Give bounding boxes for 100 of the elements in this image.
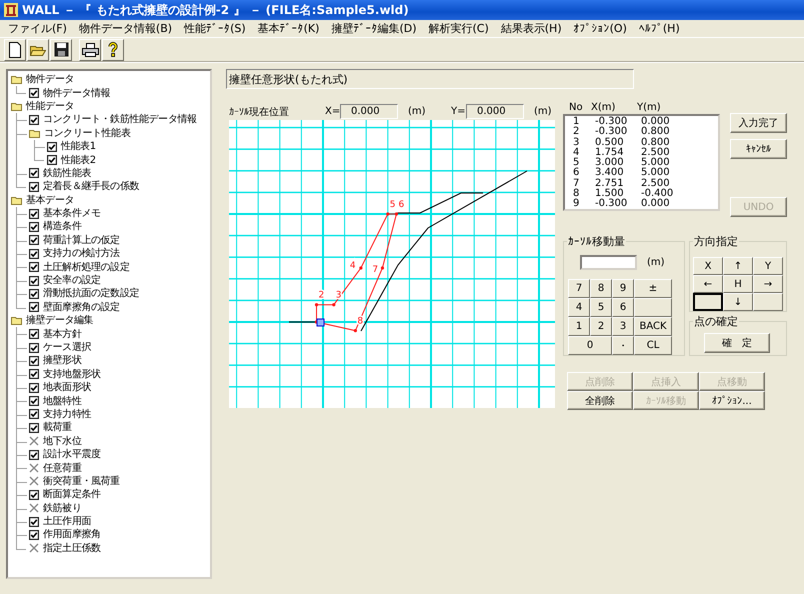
tree-item-label[interactable]: 土圧作用面 <box>43 515 92 528</box>
tree-item-label[interactable]: 基本方針 <box>43 328 82 341</box>
checkbox-checked-icon[interactable] <box>29 356 39 366</box>
tree-item-label[interactable]: 擁壁データ編集 <box>26 314 94 328</box>
menu-item[interactable]: 性能ﾃﾞｰﾀ(S) <box>178 21 252 36</box>
checkbox-checked-icon[interactable] <box>29 88 39 98</box>
confirm-button[interactable]: 確 定 <box>704 333 770 353</box>
tree-item-label[interactable]: 支持力の検討方法 <box>43 247 120 260</box>
keypad-key[interactable]: ・ <box>612 336 634 355</box>
checkbox-checked-icon[interactable] <box>29 422 39 433</box>
tree-item-label[interactable]: 設計水平震度 <box>43 448 101 462</box>
point-marker[interactable] <box>386 212 390 216</box>
keypad-key[interactable]: BACK <box>634 317 672 336</box>
tree-item-label[interactable]: 鉄筋被り <box>43 502 82 515</box>
tree-item-label[interactable]: ケース選択 <box>43 341 92 354</box>
direction-key[interactable]: ← <box>693 275 723 293</box>
point-marker[interactable] <box>332 303 336 306</box>
tree-item-label[interactable]: 鉄筋性能表 <box>43 166 92 180</box>
checkbox-checked-icon[interactable] <box>29 369 39 380</box>
keypad-key[interactable]: 3 <box>612 317 634 336</box>
direction-key[interactable]: ↓ <box>723 293 753 311</box>
keypad-key[interactable]: 8 <box>590 279 612 298</box>
tree-item-label[interactable]: コンクリート・鉄筋性能データ情報 <box>43 113 197 126</box>
tree-item-label[interactable]: 壁面摩擦角の設定 <box>43 300 120 314</box>
keypad-key[interactable]: 1 <box>568 317 590 336</box>
tree-item-label[interactable]: 物件データ情報 <box>43 86 110 100</box>
checkbox-checked-icon[interactable] <box>29 396 39 406</box>
move-amount-field[interactable] <box>580 255 637 270</box>
checkbox-checked-icon[interactable] <box>29 288 39 299</box>
point-marker[interactable] <box>380 266 384 270</box>
new-button[interactable] <box>4 38 26 60</box>
side-button[interactable]: ｷｬﾝｾﾙ <box>730 139 787 159</box>
tree-item-label[interactable]: 性能表2 <box>61 154 96 167</box>
checkbox-checked-icon[interactable] <box>29 530 39 540</box>
open-button[interactable] <box>27 38 49 60</box>
checkbox-checked-icon[interactable] <box>29 168 39 178</box>
menu-item[interactable]: 解析実行(C) <box>422 21 495 36</box>
menu-item[interactable]: 結果表示(H) <box>494 21 568 36</box>
tree-item-label[interactable]: 地下水位 <box>43 434 82 448</box>
keypad-key[interactable]: CL <box>634 336 672 355</box>
tree-item-label[interactable]: 支持地盤形状 <box>43 368 101 381</box>
menu-item[interactable]: ﾍﾙﾌﾟ(H) <box>632 22 686 35</box>
tree-item-label[interactable]: 性能データ <box>26 100 74 113</box>
tree-item-label[interactable]: 作用面摩擦角 <box>43 528 101 542</box>
tree-item-label[interactable]: 地盤特性 <box>43 394 82 408</box>
checkbox-checked-icon[interactable] <box>29 516 39 527</box>
tree-item-label[interactable]: 性能表1 <box>61 140 96 154</box>
tree-item-label[interactable]: 構造条件 <box>43 220 82 234</box>
points-list[interactable]: 1 -0.300 0.000 2 -0.300 0.800 3 0.500 0.800 4 1.754 2.500 5 3.000 5.000 6 3.400 5.000 7 2.751 2.500 8 1.500 -0.400 9 -0.300 0.000 <box>563 114 720 211</box>
tree-item-label[interactable]: 安全率の設定 <box>43 274 101 288</box>
tree-item-label[interactable]: 載荷重 <box>43 421 72 434</box>
keypad-key[interactable]: 0 <box>568 336 612 355</box>
menu-item[interactable]: ｵﾌﾟｼｮﾝ(O) <box>568 22 633 35</box>
tree-item-label[interactable]: 基本条件メモ <box>43 207 101 220</box>
blank-key[interactable] <box>693 293 723 311</box>
tree-item-label[interactable]: 物件データ <box>26 73 74 86</box>
direction-key[interactable]: → <box>753 275 783 293</box>
direction-key[interactable]: ↑ <box>723 257 753 275</box>
tree-item-label[interactable]: 断面算定条件 <box>43 488 101 502</box>
menu-item[interactable]: ファイル(F) <box>2 21 73 36</box>
point-marker[interactable] <box>354 329 357 332</box>
checkbox-checked-icon[interactable] <box>29 182 39 192</box>
checkbox-checked-icon[interactable] <box>29 208 39 219</box>
tree-item-label[interactable]: 擁壁形状 <box>43 354 82 368</box>
action-button[interactable]: 全削除 <box>567 391 633 410</box>
checkbox-checked-icon[interactable] <box>47 155 57 166</box>
checkbox-checked-icon[interactable] <box>29 262 39 272</box>
tree-item-label[interactable]: 任意荷重 <box>43 462 82 475</box>
keypad-key[interactable]: 4 <box>568 298 590 317</box>
keypad-key[interactable]: ± <box>634 279 672 298</box>
checkbox-checked-icon[interactable] <box>29 329 39 340</box>
tree-item-label[interactable]: 衝突荷重・風荷重 <box>43 474 120 488</box>
keypad-key[interactable]: 6 <box>612 298 634 317</box>
checkbox-checked-icon[interactable] <box>29 450 39 460</box>
keypad-key[interactable]: 5 <box>590 298 612 317</box>
checkbox-checked-icon[interactable] <box>29 342 39 352</box>
tree-item-label[interactable]: コンクリート性能表 <box>44 126 130 140</box>
checkbox-checked-icon[interactable] <box>47 142 57 152</box>
tree-item-label[interactable]: 支持力特性 <box>43 408 92 421</box>
keypad-key[interactable]: 2 <box>590 317 612 336</box>
direction-key[interactable]: X <box>693 257 723 275</box>
tree-item-label[interactable]: 地表面形状 <box>43 381 92 394</box>
direction-key[interactable]: H <box>723 275 753 293</box>
checkbox-checked-icon[interactable] <box>29 276 39 286</box>
checkbox-checked-icon[interactable] <box>29 114 39 125</box>
point-marker[interactable] <box>314 303 318 306</box>
checkbox-checked-icon[interactable] <box>29 235 39 246</box>
menu-item[interactable]: 物件データ情報(B) <box>72 21 178 36</box>
checkbox-checked-icon[interactable] <box>29 490 39 500</box>
side-button[interactable]: 入力完了 <box>730 113 787 133</box>
checkbox-checked-icon[interactable] <box>29 382 39 393</box>
tree-item-label[interactable]: 基本データ <box>26 194 74 207</box>
save-button[interactable] <box>50 38 72 60</box>
checkbox-checked-icon[interactable] <box>29 222 39 232</box>
help-button[interactable] <box>102 38 124 60</box>
keypad-key[interactable]: 7 <box>568 279 590 298</box>
direction-key[interactable]: Y <box>753 257 783 275</box>
action-button[interactable]: ｵﾌﾟｼｮﾝ... <box>699 391 765 410</box>
menu-item[interactable]: 基本ﾃﾞｰﾀ(K) <box>252 21 326 36</box>
menu-item[interactable]: 擁壁ﾃﾞｰﾀ編集(D) <box>325 21 422 36</box>
